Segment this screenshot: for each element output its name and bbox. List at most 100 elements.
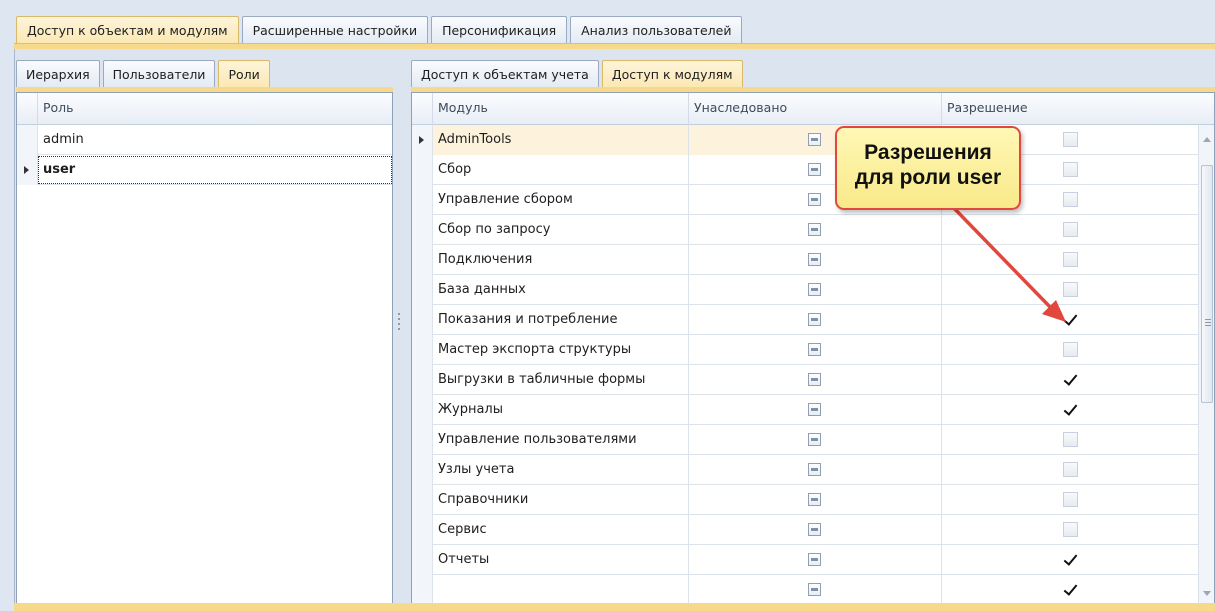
permission-unchecked-checkbox[interactable]	[1063, 252, 1078, 267]
module-row[interactable]: Подключения	[412, 245, 1200, 275]
module-name-cell[interactable]: Показания и потребление	[432, 305, 688, 335]
permission-checked-checkbox[interactable]	[1063, 372, 1078, 387]
left-tab-2[interactable]: Роли	[218, 60, 270, 88]
inherited-indeterminate-checkbox[interactable]	[808, 163, 821, 176]
module-row[interactable]: Мастер экспорта структуры	[412, 335, 1200, 365]
inherited-indeterminate-checkbox[interactable]	[808, 283, 821, 296]
inherited-indeterminate-checkbox[interactable]	[808, 553, 821, 566]
permission-cell	[941, 395, 1200, 425]
permission-unchecked-checkbox[interactable]	[1063, 192, 1078, 207]
module-name-cell[interactable]: Сервис	[432, 515, 688, 545]
right-tab-1[interactable]: Доступ к модулям	[601, 60, 743, 88]
module-row[interactable]: Узлы учета	[412, 455, 1200, 485]
inherited-cell	[688, 575, 941, 604]
inherited-indeterminate-checkbox[interactable]	[808, 223, 821, 236]
left-tab-1[interactable]: Пользователи	[102, 60, 216, 88]
row-indicator-icon	[412, 155, 432, 185]
module-row[interactable]: Сервис	[412, 515, 1200, 545]
inherited-indeterminate-checkbox[interactable]	[808, 313, 821, 326]
inherited-indeterminate-checkbox[interactable]	[808, 373, 821, 386]
permission-unchecked-checkbox[interactable]	[1063, 162, 1078, 177]
module-name-cell[interactable]: Справочники	[432, 485, 688, 515]
role-row[interactable]: user	[17, 155, 392, 185]
permission-checked-checkbox[interactable]	[1063, 552, 1078, 567]
module-name-cell[interactable]: Узлы учета	[432, 455, 688, 485]
inherited-cell	[688, 365, 941, 395]
inherited-indeterminate-checkbox[interactable]	[808, 403, 821, 416]
inherited-cell	[688, 245, 941, 275]
inherited-column-header[interactable]: Унаследовано	[688, 93, 941, 125]
inherited-indeterminate-checkbox[interactable]	[808, 493, 821, 506]
inherited-indeterminate-checkbox[interactable]	[808, 133, 821, 146]
inherited-cell	[688, 335, 941, 365]
permission-unchecked-checkbox[interactable]	[1063, 132, 1078, 147]
permission-unchecked-checkbox[interactable]	[1063, 222, 1078, 237]
module-name-cell[interactable]: AdminTools	[432, 125, 688, 155]
module-name-cell[interactable]: Отчеты	[432, 545, 688, 575]
permission-unchecked-checkbox[interactable]	[1063, 492, 1078, 507]
module-row[interactable]: Справочники	[412, 485, 1200, 515]
module-name-cell[interactable]: Подключения	[432, 245, 688, 275]
module-row[interactable]: Управление сбором	[412, 185, 1200, 215]
permission-unchecked-checkbox[interactable]	[1063, 342, 1078, 357]
module-row[interactable]: Отчеты	[412, 545, 1200, 575]
module-name-cell[interactable]: База данных	[432, 275, 688, 305]
main-tab-0[interactable]: Доступ к объектам и модулям	[16, 16, 239, 44]
permission-unchecked-checkbox[interactable]	[1063, 462, 1078, 477]
module-column-header[interactable]: Модуль	[432, 93, 688, 125]
permission-checked-checkbox[interactable]	[1063, 312, 1078, 327]
module-name-cell[interactable]	[432, 575, 688, 604]
inherited-indeterminate-checkbox[interactable]	[808, 193, 821, 206]
panel-splitter[interactable]	[396, 310, 402, 340]
inherited-indeterminate-checkbox[interactable]	[808, 463, 821, 476]
permission-cell	[941, 215, 1200, 245]
module-row[interactable]	[412, 575, 1200, 604]
scroll-up-arrow-icon[interactable]	[1203, 137, 1211, 142]
module-name-cell[interactable]: Журналы	[432, 395, 688, 425]
main-tab-2[interactable]: Персонификация	[431, 16, 568, 44]
module-row[interactable]: Показания и потребление	[412, 305, 1200, 335]
permission-cell	[941, 275, 1200, 305]
module-name-cell[interactable]: Сбор	[432, 155, 688, 185]
row-indicator-icon	[412, 305, 432, 335]
permission-cell	[941, 365, 1200, 395]
module-row[interactable]: AdminTools	[412, 125, 1200, 155]
module-row[interactable]: Управление пользователями	[412, 425, 1200, 455]
inherited-indeterminate-checkbox[interactable]	[808, 343, 821, 356]
module-row[interactable]: Выгрузки в табличные формы	[412, 365, 1200, 395]
module-name-cell[interactable]: Управление сбором	[432, 185, 688, 215]
callout-line-2: для роли user	[854, 166, 1002, 189]
inherited-indeterminate-checkbox[interactable]	[808, 433, 821, 446]
modules-vertical-scrollbar[interactable]	[1198, 125, 1214, 604]
permission-unchecked-checkbox[interactable]	[1063, 282, 1078, 297]
module-name-cell[interactable]: Сбор по запросу	[432, 215, 688, 245]
module-name-cell[interactable]: Управление пользователями	[432, 425, 688, 455]
module-row[interactable]: Журналы	[412, 395, 1200, 425]
right-tab-0[interactable]: Доступ к объектам учета	[411, 60, 599, 88]
inherited-indeterminate-checkbox[interactable]	[808, 583, 821, 596]
module-row[interactable]: Сбор по запросу	[412, 215, 1200, 245]
permission-checked-checkbox[interactable]	[1063, 582, 1078, 597]
permission-unchecked-checkbox[interactable]	[1063, 522, 1078, 537]
inherited-indeterminate-checkbox[interactable]	[808, 523, 821, 536]
role-row[interactable]: admin	[17, 125, 392, 155]
permission-cell	[941, 575, 1200, 604]
permission-column-header[interactable]: Разрешение	[941, 93, 1200, 125]
module-name-cell[interactable]: Выгрузки в табличные формы	[432, 365, 688, 395]
role-name-cell[interactable]: user	[37, 155, 392, 185]
inherited-indeterminate-checkbox[interactable]	[808, 253, 821, 266]
row-indicator-icon	[17, 155, 37, 185]
left-tab-0[interactable]: Иерархия	[16, 60, 100, 88]
permission-checked-checkbox[interactable]	[1063, 402, 1078, 417]
scroll-thumb[interactable]	[1201, 165, 1213, 403]
module-name-cell[interactable]: Мастер экспорта структуры	[432, 335, 688, 365]
permission-unchecked-checkbox[interactable]	[1063, 432, 1078, 447]
role-column-header[interactable]: Роль	[37, 93, 392, 125]
main-tab-3[interactable]: Анализ пользователей	[570, 16, 743, 44]
module-row[interactable]: База данных	[412, 275, 1200, 305]
module-row[interactable]: Сбор	[412, 155, 1200, 185]
main-tab-1[interactable]: Расширенные настройки	[241, 16, 429, 44]
role-name-cell[interactable]: admin	[37, 125, 392, 155]
scroll-down-arrow-icon[interactable]	[1203, 591, 1211, 596]
left-tab-strip: Иерархия Пользователи Роли	[16, 60, 273, 88]
